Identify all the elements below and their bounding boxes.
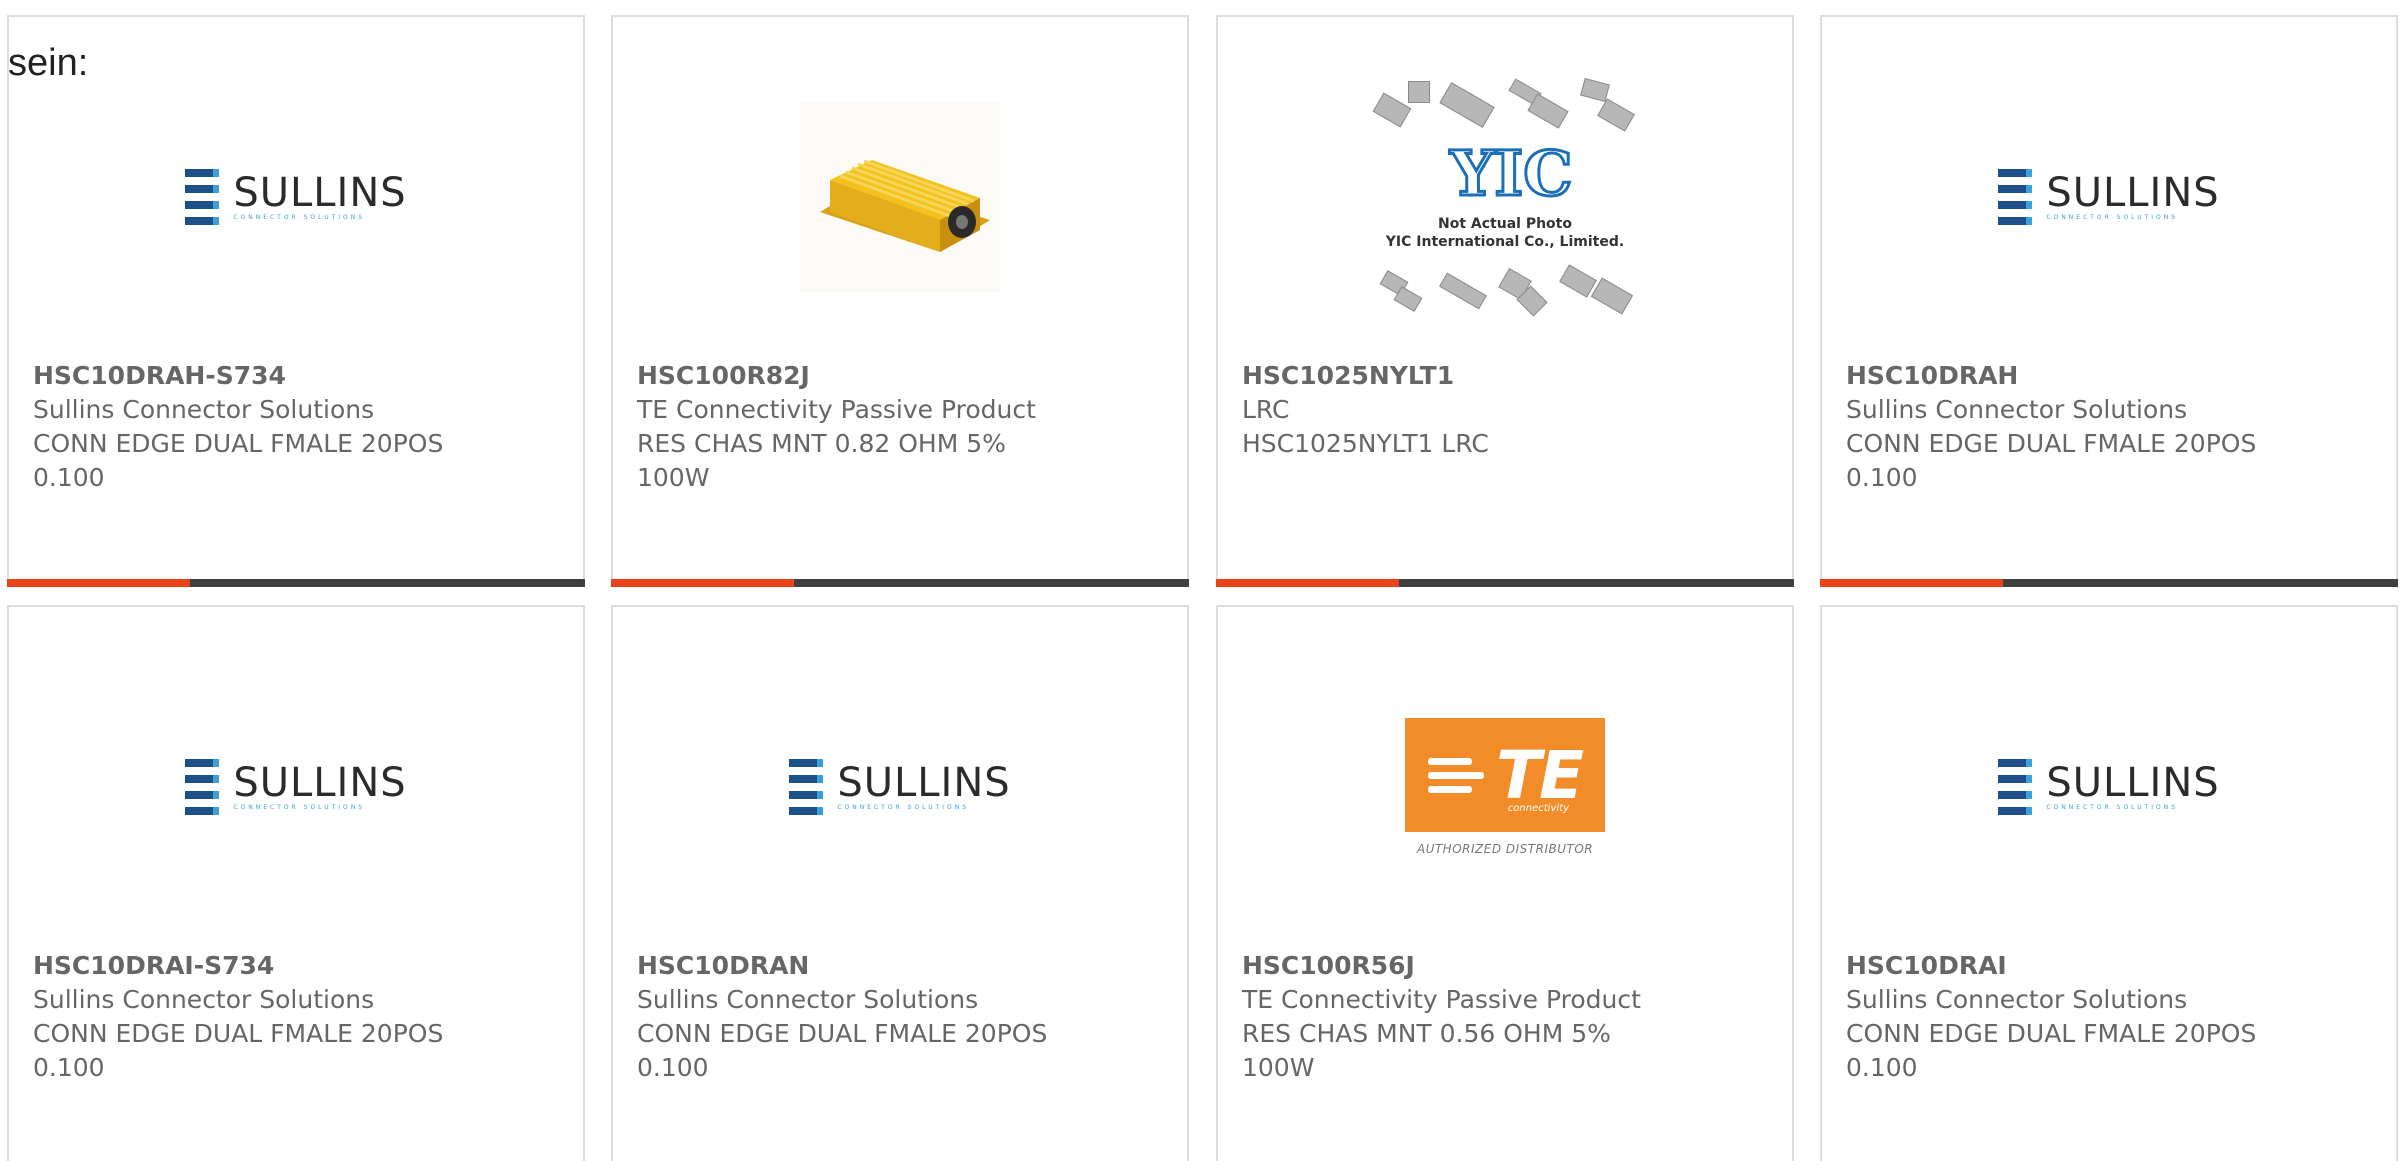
chip-icon (1580, 77, 1610, 103)
part-number-link[interactable]: HSC100R82J (637, 359, 1167, 393)
product-card[interactable]: SULLINS CONNECTOR SOLUTIONS HSC10DRAN Su… (611, 605, 1189, 1161)
manufacturer: TE Connectivity Passive Product (637, 395, 1036, 424)
manufacturer: Sullins Connector Solutions (1846, 985, 2188, 1014)
product-image[interactable] (613, 77, 1187, 317)
product-image[interactable]: SULLINS CONNECTOR SOLUTIONS (9, 77, 583, 317)
product-card[interactable]: HSC100R82J TE Connectivity Passive Produ… (611, 15, 1189, 587)
sullins-mark-icon (1998, 759, 2033, 815)
description-line-1: RES CHAS MNT 0.82 OHM 5% (637, 429, 1006, 458)
sullins-mark-icon (1998, 169, 2033, 225)
card-accent-bar (611, 579, 794, 587)
product-image[interactable]: SULLINS CONNECTOR SOLUTIONS (9, 667, 583, 907)
part-number-link[interactable]: HSC10DRAN (637, 949, 1167, 983)
manufacturer: Sullins Connector Solutions (637, 985, 979, 1014)
product-image[interactable]: SULLINS CONNECTOR SOLUTIONS (1822, 77, 2396, 317)
chip-icon (1597, 98, 1635, 132)
sullins-logo-name: SULLINS (2046, 170, 2220, 216)
te-authorized-label: AUTHORIZED DISTRIBUTOR (1416, 842, 1594, 856)
yic-logo: YIC (1449, 137, 1575, 210)
description-line-1: HSC1025NYLT1 LRC (1242, 429, 1489, 458)
product-card[interactable]: SULLINS CONNECTOR SOLUTIONS HSC10DRAI Su… (1820, 605, 2398, 1161)
product-card[interactable]: SULLINS CONNECTOR SOLUTIONS HSC10DRAI-S7… (7, 605, 585, 1161)
te-logo: TE connectivity AUTHORIZED DISTRIBUTOR (1405, 718, 1605, 856)
part-number-link[interactable]: HSC10DRAI (1846, 949, 2376, 983)
product-card[interactable]: YIC Not Actual Photo YIC International C… (1216, 15, 1794, 587)
card-bottom-bar (1820, 579, 2398, 587)
sullins-logo-name: SULLINS (837, 760, 1011, 806)
sullins-logo-name: SULLINS (233, 170, 407, 216)
manufacturer: Sullins Connector Solutions (33, 985, 375, 1014)
card-bottom-bar (1216, 579, 1794, 587)
yic-note-line-2: YIC International Co., Limited. (1385, 234, 1625, 250)
description-line-1: RES CHAS MNT 0.56 OHM 5% (1242, 1019, 1611, 1048)
chip-icon (1559, 264, 1597, 298)
sullins-logo: SULLINS CONNECTOR SOLUTIONS (185, 757, 406, 817)
manufacturer: LRC (1242, 395, 1290, 424)
description-line-1: CONN EDGE DUAL FMALE 20POS (637, 1019, 1048, 1048)
chip-icon (1393, 286, 1423, 312)
yic-placeholder-image: YIC Not Actual Photo YIC International C… (1370, 77, 1640, 317)
sullins-logo-sub: CONNECTOR SOLUTIONS (2046, 214, 2179, 221)
manufacturer: TE Connectivity Passive Product (1242, 985, 1641, 1014)
description-line-1: CONN EDGE DUAL FMALE 20POS (1846, 1019, 2257, 1048)
product-image[interactable]: TE connectivity AUTHORIZED DISTRIBUTOR (1218, 667, 1792, 907)
te-logo-sub: connectivity (1507, 803, 1569, 814)
part-number-link[interactable]: HSC1025NYLT1 (1242, 359, 1772, 393)
sullins-logo: SULLINS CONNECTOR SOLUTIONS (1998, 757, 2219, 817)
chip-icon (1527, 93, 1569, 129)
te-logo-mark: TE (1495, 736, 1584, 814)
description-line-2: 0.100 (637, 1053, 709, 1082)
resistor-photo-icon (800, 102, 1000, 292)
sullins-logo-sub: CONNECTOR SOLUTIONS (233, 804, 366, 811)
part-number-link[interactable]: HSC100R56J (1242, 949, 1772, 983)
sullins-logo-name: SULLINS (233, 760, 407, 806)
description-line-2: 0.100 (33, 463, 105, 492)
section-heading: sein: (8, 42, 89, 84)
sullins-mark-icon (185, 759, 220, 815)
chip-icon (1439, 82, 1495, 128)
yic-note-line-1: Not Actual Photo (1438, 216, 1572, 232)
sullins-logo: SULLINS CONNECTOR SOLUTIONS (789, 757, 1010, 817)
description-line-2: 0.100 (33, 1053, 105, 1082)
description-line-2: 100W (1242, 1053, 1315, 1082)
product-image[interactable]: SULLINS CONNECTOR SOLUTIONS (613, 667, 1187, 907)
sullins-mark-icon (185, 169, 220, 225)
product-image[interactable]: SULLINS CONNECTOR SOLUTIONS (1822, 667, 2396, 907)
chip-icon (1408, 81, 1430, 103)
card-accent-bar (7, 579, 190, 587)
description-line-2: 100W (637, 463, 710, 492)
part-number-link[interactable]: HSC10DRAH-S734 (33, 359, 563, 393)
product-image[interactable]: YIC Not Actual Photo YIC International C… (1218, 77, 1792, 317)
sullins-logo-sub: CONNECTOR SOLUTIONS (2046, 804, 2179, 811)
chip-icon (1372, 92, 1412, 128)
manufacturer: Sullins Connector Solutions (33, 395, 375, 424)
part-number-link[interactable]: HSC10DRAH (1846, 359, 2376, 393)
sullins-logo: SULLINS CONNECTOR SOLUTIONS (185, 167, 406, 227)
sullins-mark-icon (789, 759, 824, 815)
description-line-2: 0.100 (1846, 463, 1918, 492)
card-bottom-bar (611, 579, 1189, 587)
sullins-logo-sub: CONNECTOR SOLUTIONS (233, 214, 366, 221)
product-grid-page: sein: SULLINS CONNECTOR SOLUTIONS HSC10D… (0, 0, 2400, 1161)
te-logo-box: TE connectivity (1405, 718, 1605, 832)
description-line-1: CONN EDGE DUAL FMALE 20POS (1846, 429, 2257, 458)
description-line-1: CONN EDGE DUAL FMALE 20POS (33, 1019, 444, 1048)
description-line-2: 0.100 (1846, 1053, 1918, 1082)
te-bars-icon (1427, 757, 1484, 793)
part-number-link[interactable]: HSC10DRAI-S734 (33, 949, 563, 983)
card-accent-bar (1820, 579, 2003, 587)
yic-note: Not Actual Photo YIC International Co., … (1370, 215, 1640, 251)
sullins-logo: SULLINS CONNECTOR SOLUTIONS (1998, 167, 2219, 227)
card-accent-bar (1216, 579, 1399, 587)
card-bottom-bar (7, 579, 585, 587)
product-card[interactable]: TE connectivity AUTHORIZED DISTRIBUTOR H… (1216, 605, 1794, 1161)
sullins-logo-name: SULLINS (2046, 760, 2220, 806)
product-card[interactable]: SULLINS CONNECTOR SOLUTIONS HSC10DRAH-S7… (7, 15, 585, 587)
manufacturer: Sullins Connector Solutions (1846, 395, 2188, 424)
sullins-logo-sub: CONNECTOR SOLUTIONS (837, 804, 970, 811)
chip-icon (1590, 277, 1634, 315)
product-card[interactable]: SULLINS CONNECTOR SOLUTIONS HSC10DRAH Su… (1820, 15, 2398, 587)
chip-icon (1439, 272, 1487, 310)
description-line-1: CONN EDGE DUAL FMALE 20POS (33, 429, 444, 458)
